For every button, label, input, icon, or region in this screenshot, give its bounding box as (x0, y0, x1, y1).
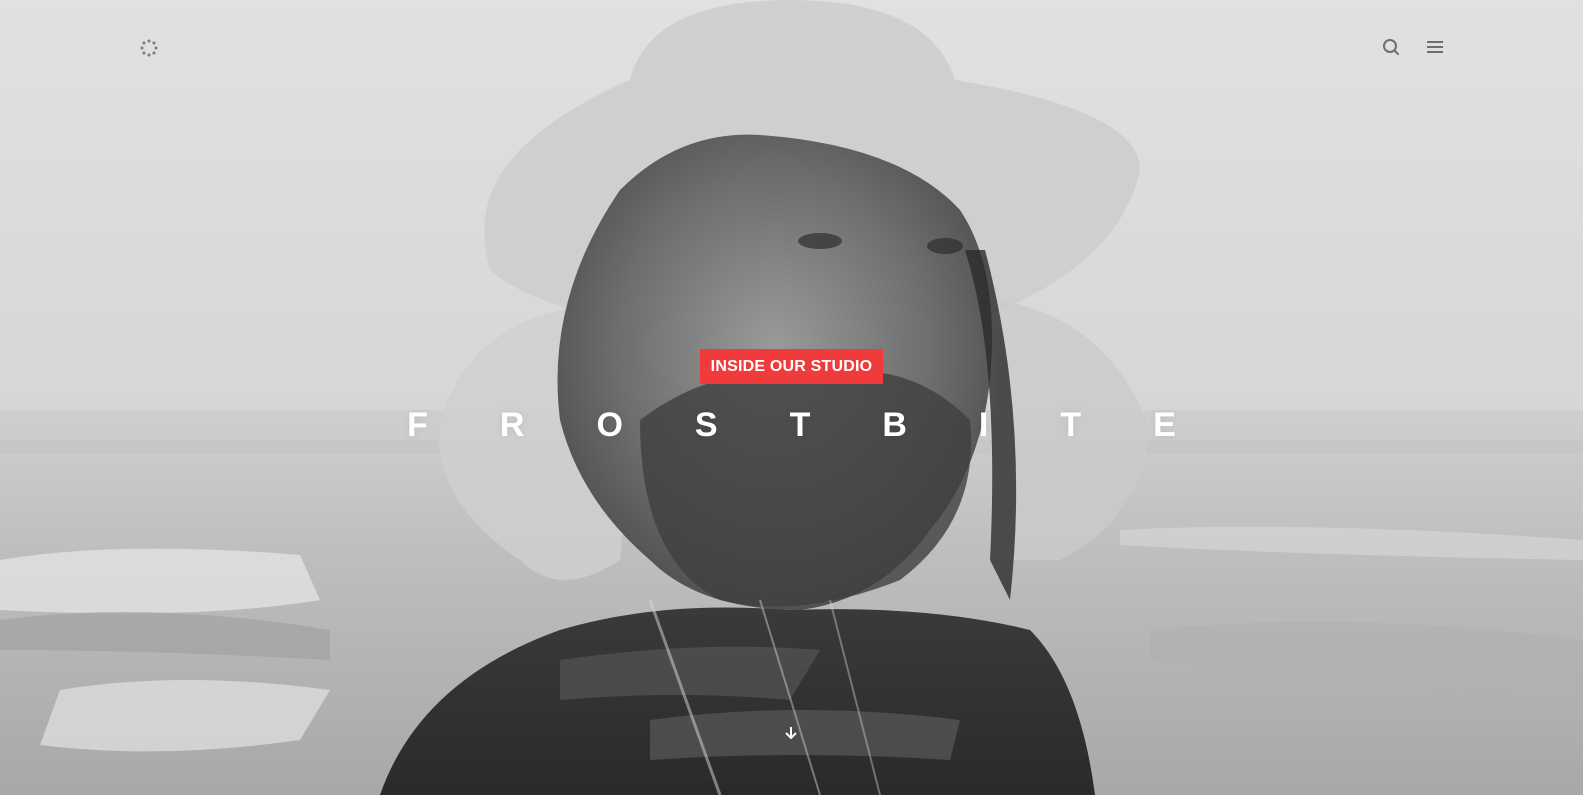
arrow-down-icon (785, 727, 797, 740)
site-header (0, 0, 1583, 96)
scroll-down-button[interactable] (784, 725, 798, 741)
hero-background-image (0, 0, 1583, 795)
hero-section: INSIDE OUR STUDIO FROSTBITE (0, 0, 1583, 795)
hamburger-menu-icon (1427, 41, 1443, 53)
search-icon (1383, 39, 1399, 55)
hero-content: INSIDE OUR STUDIO FROSTBITE (0, 349, 1583, 444)
category-tag[interactable]: INSIDE OUR STUDIO (699, 349, 884, 384)
site-logo[interactable] (140, 39, 158, 57)
dotted-circle-logo-icon (140, 39, 158, 57)
hero-title: FROSTBITE (407, 406, 1248, 444)
search-button[interactable] (1381, 37, 1401, 57)
menu-button[interactable] (1425, 37, 1445, 57)
